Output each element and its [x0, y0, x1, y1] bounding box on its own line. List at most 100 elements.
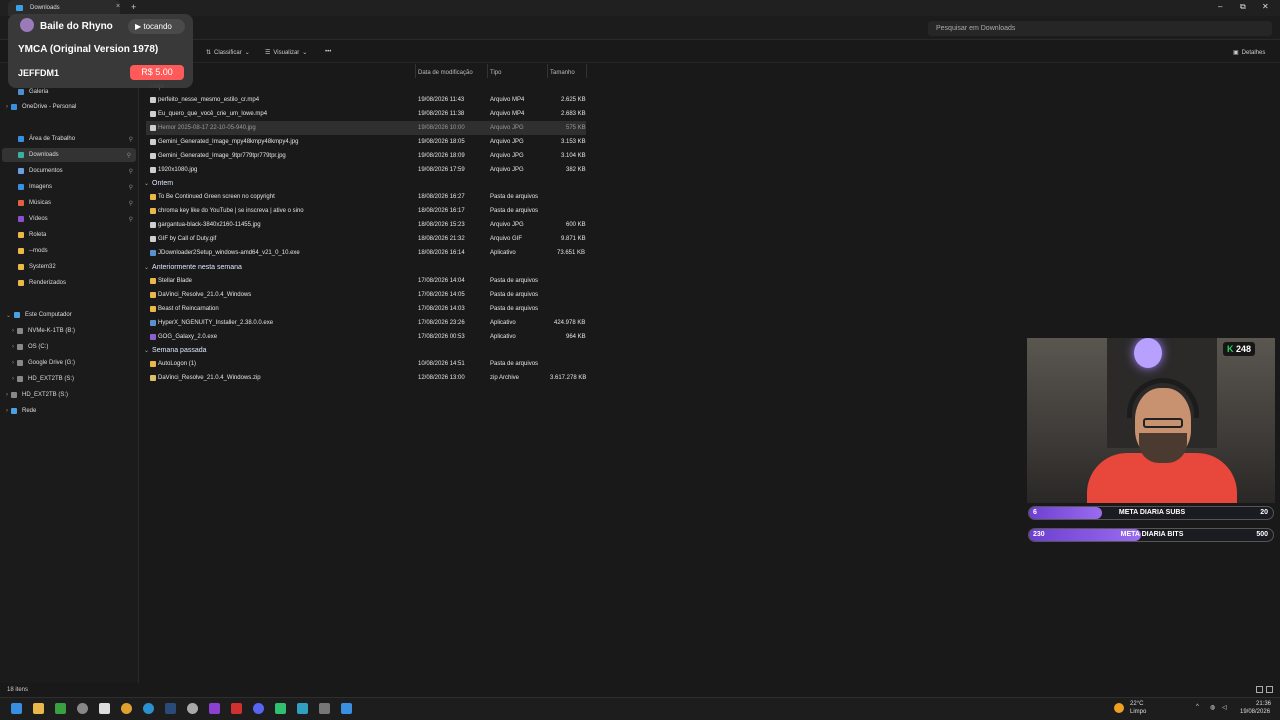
more-options-button[interactable]: ••• — [325, 49, 331, 55]
file-row[interactable]: HyperX_NGENUITY_Installer_2.38.0.0.exe 17… — [146, 316, 586, 330]
column-header-date[interactable]: Data de modificação — [418, 70, 473, 76]
file-row[interactable]: DaVinci_Resolve_21.0.4_Windows.zip 12/08/… — [146, 371, 586, 385]
file-type: Pasta de arquivos — [490, 292, 539, 298]
chrome-icon[interactable] — [121, 703, 132, 714]
new-tab-button[interactable]: + — [131, 2, 136, 12]
store-icon[interactable] — [99, 703, 110, 714]
column-header-size[interactable]: Tamanho — [550, 70, 575, 76]
sidebar-item-images[interactable]: Imagens ⚲ — [0, 180, 138, 194]
obs-icon[interactable] — [187, 703, 198, 714]
column-separator[interactable] — [415, 64, 416, 78]
file-date: 18/08/2026 15:23 — [418, 222, 465, 228]
sidebar-item-videos[interactable]: Vídeos ⚲ — [0, 212, 138, 226]
sort-button[interactable]: ⇅ Classificar ⌄ — [206, 49, 250, 57]
group-header-last-week[interactable]: ⌄ Semana passada — [144, 347, 207, 354]
sidebar-item-drive-g[interactable]: › Google Drive (G:) — [0, 356, 138, 370]
file-date: 18/08/2026 16:14 — [418, 250, 465, 256]
sidebar-item-drive-s[interactable]: › HD_EXT2TB (S:) — [0, 372, 138, 386]
group-header-yesterday[interactable]: ⌄ Ontem — [144, 180, 173, 187]
file-row[interactable]: Stellar Blade 17/08/2026 14:04 Pasta de ar… — [146, 274, 586, 288]
file-row[interactable]: JDownloader2Setup_windows-amd64_v21_0_10… — [146, 246, 586, 260]
edge-icon[interactable] — [143, 703, 154, 714]
sidebar-item-onedrive[interactable]: › OneDrive - Personal — [0, 100, 138, 114]
sidebar-item-desktop[interactable]: Área de Trabalho ⚲ — [0, 132, 138, 146]
file-type: Arquivo JPG — [490, 125, 524, 131]
app-icon[interactable] — [297, 703, 308, 714]
installer-icon — [150, 320, 156, 326]
app-icon[interactable] — [231, 703, 242, 714]
folder-icon — [18, 232, 24, 238]
video-file-icon — [150, 97, 156, 103]
restore-button[interactable]: ⧉ — [1240, 2, 1246, 12]
sidebar-item-downloads[interactable]: Downloads ⚲ — [2, 148, 136, 162]
sidebar-item-system32[interactable]: System32 — [0, 260, 138, 274]
clock-date[interactable]: 19/08/2026 — [1240, 709, 1270, 715]
sidebar-item-music[interactable]: Músicas ⚲ — [0, 196, 138, 210]
image-file-icon — [150, 167, 156, 173]
file-date: 12/08/2026 13:00 — [418, 375, 465, 381]
tab-close-button[interactable]: × — [116, 3, 120, 10]
downloads-folder-icon — [16, 5, 23, 11]
sidebar-item-documents[interactable]: Documentos ⚲ — [0, 164, 138, 178]
file-row[interactable]: Hemor 2025-08-17 22-10-05-940.jpg 19/08/2… — [146, 121, 586, 135]
sidebar-item-drive-b[interactable]: › NVMe-K-1TB (B:) — [0, 324, 138, 338]
file-name: GOG_Galaxy_2.0.exe — [158, 334, 218, 340]
settings-icon[interactable] — [77, 703, 88, 714]
file-row[interactable]: Beast of Reincarnation 17/08/2026 14:03 Pa… — [146, 302, 586, 316]
app-icon[interactable] — [341, 703, 352, 714]
sidebar-item-this-pc[interactable]: ⌄ Este Computador — [0, 308, 138, 322]
details-view-icon[interactable] — [1256, 686, 1263, 693]
file-row[interactable]: gargantua-black-3840x2160-11455.jpg 18/08… — [146, 218, 586, 232]
chevron-up-icon[interactable]: ^ — [1196, 704, 1199, 710]
file-row[interactable]: AutoLogon (1) 10/08/2026 14:51 Pasta de ar… — [146, 357, 586, 371]
sidebar-item-label: Este Computador — [25, 312, 72, 318]
app-icon[interactable] — [319, 703, 330, 714]
file-row[interactable]: Gemini_Generated_Image_9tpr779tpr779tpr.… — [146, 149, 586, 163]
column-separator[interactable] — [547, 64, 548, 78]
xbox-icon[interactable] — [55, 703, 66, 714]
file-type: Arquivo GIF — [490, 236, 523, 242]
sidebar-item-drive-c[interactable]: › OS (C:) — [0, 340, 138, 354]
file-row[interactable]: To Be Continued Green screen no copyrigh… — [146, 190, 586, 204]
column-separator[interactable] — [487, 64, 488, 78]
file-row[interactable]: GIF by Call of Duty.gif 18/08/2026 21:32 A… — [146, 232, 586, 246]
file-row[interactable]: 1920x1080.jpg 19/08/2026 17:59 Arquivo JPG… — [146, 163, 586, 177]
folder-icon — [150, 278, 156, 284]
view-button[interactable]: ☰ Visualizar ⌄ — [265, 49, 307, 57]
minimize-button[interactable]: – — [1218, 2, 1222, 11]
file-explorer-icon[interactable] — [33, 703, 44, 714]
network-status-icon[interactable]: ◍ — [1210, 704, 1215, 711]
search-input[interactable]: Pesquisar em Downloads — [928, 21, 1272, 36]
file-size: 964 KB — [566, 334, 586, 340]
column-header-type[interactable]: Tipo — [490, 70, 501, 76]
kick-app-icon[interactable] — [275, 703, 286, 714]
details-pane-button[interactable]: ▣ Detalhes — [1233, 49, 1265, 57]
file-row[interactable]: chroma key like do YouTube | se inscreva… — [146, 204, 586, 218]
file-row[interactable]: Gemini_Generated_Image_mpy48kmpy48kmpy4.… — [146, 135, 586, 149]
clock-time[interactable]: 21:36 — [1256, 701, 1271, 707]
column-separator[interactable] — [586, 64, 587, 78]
twitch-icon[interactable] — [209, 703, 220, 714]
sidebar-item-mods[interactable]: --mods — [0, 244, 138, 258]
volume-icon[interactable]: ◁ — [1222, 704, 1227, 711]
file-row[interactable]: Eu_quero_que_você_crie_um_lowe.mp4 19/08/… — [146, 107, 586, 121]
start-icon[interactable] — [11, 703, 22, 714]
weather-icon[interactable] — [1114, 703, 1124, 713]
sidebar-item-network[interactable]: › Rede — [0, 404, 138, 418]
sidebar-item-renderizados[interactable]: Renderizados — [0, 276, 138, 290]
file-type: Arquivo JPG — [490, 167, 524, 173]
tiles-view-icon[interactable] — [1266, 686, 1273, 693]
file-row[interactable]: GOG_Galaxy_2.0.exe 17/08/2026 00:53 Aplica… — [146, 330, 586, 344]
network-icon — [11, 408, 17, 414]
file-size: 575 KB — [566, 125, 586, 131]
discord-icon[interactable] — [253, 703, 264, 714]
steam-icon[interactable] — [165, 703, 176, 714]
file-row[interactable]: perfeito_nesse_mesmo_estilo_cr.mp4 19/08/… — [146, 93, 586, 107]
group-header-earlier-this-week[interactable]: ⌄ Anteriormente nesta semana — [144, 264, 242, 271]
file-row[interactable]: DaVinci_Resolve_21.0.4_Windows 17/08/2026… — [146, 288, 586, 302]
close-window-button[interactable]: ✕ — [1262, 2, 1269, 11]
sidebar-item-roleta[interactable]: Roleta — [0, 228, 138, 242]
file-name: perfeito_nesse_mesmo_estilo_cr.mp4 — [158, 97, 260, 103]
file-size: 2.683 KB — [561, 111, 586, 117]
sidebar-item-drive-s-2[interactable]: › HD_EXT2TB (S:) — [0, 388, 138, 402]
